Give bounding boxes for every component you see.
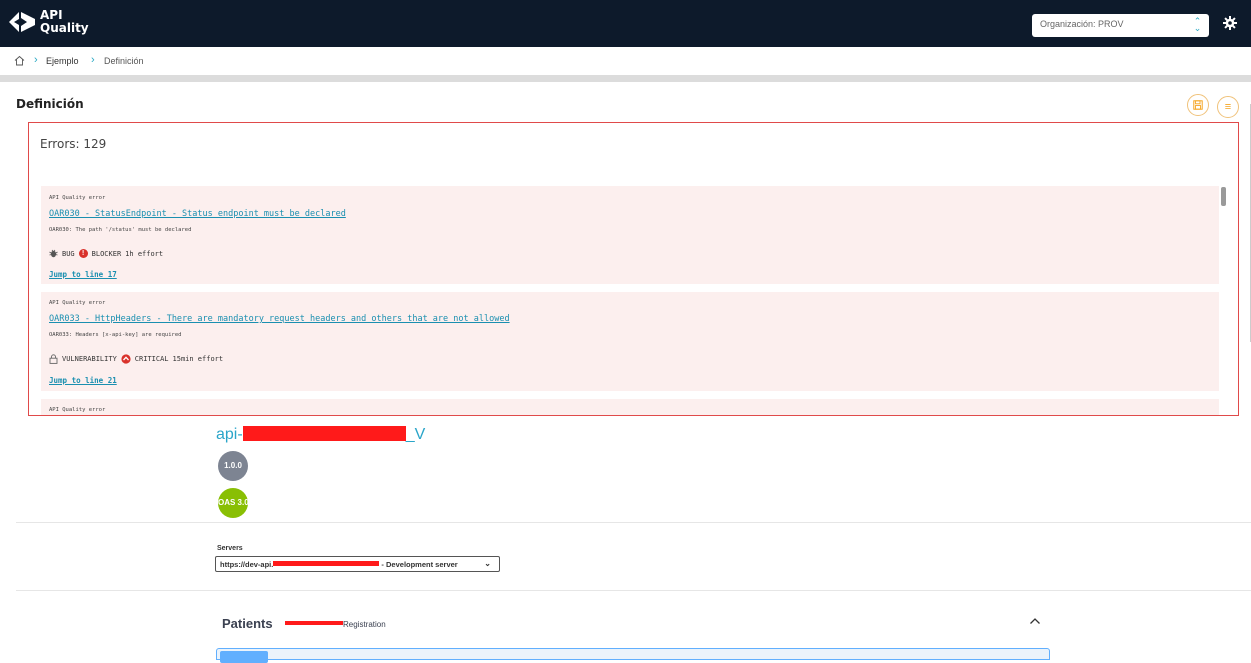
page-title: Definición <box>16 97 84 111</box>
menu-button[interactable]: ≡ <box>1217 96 1239 118</box>
api-title: api- _V <box>216 426 425 444</box>
tag-description: Registration <box>285 620 386 629</box>
breadcrumb: › Ejemplo › Definición <box>0 47 1251 75</box>
error-type: API Quality error <box>49 300 106 306</box>
servers-label: Servers <box>217 545 243 552</box>
select-chevron-icon: ⌃ ⌄ <box>1193 16 1202 33</box>
error-type: API Quality error <box>49 195 106 201</box>
errors-count: Errors: 129 <box>40 137 107 151</box>
chevron-up-icon[interactable] <box>1028 614 1042 628</box>
api-quality-logo[interactable] <box>8 10 36 34</box>
redacted-text <box>285 621 343 625</box>
divider <box>16 522 1251 523</box>
divider <box>16 590 1251 591</box>
error-title-link[interactable]: OAR033 - HttpHeaders - There are mandato… <box>49 314 510 324</box>
error-severity: CRITICAL <box>134 355 169 363</box>
lock-icon <box>49 354 58 364</box>
error-effort: 1h effort <box>125 249 164 258</box>
error-title-link[interactable]: OAR030 - StatusEndpoint - Status endpoin… <box>49 209 346 219</box>
tag-description-suffix: Registration <box>343 620 386 629</box>
version-badge: 1.0.0 <box>218 451 248 481</box>
organization-select[interactable]: Organización: PROV ⌃ ⌄ <box>1032 14 1209 37</box>
error-description: OAR033: Headers [x-api-key] are required <box>49 332 182 338</box>
breadcrumb-item-definicion: Definición <box>104 56 144 66</box>
critical-icon <box>121 354 131 364</box>
save-button[interactable] <box>1187 94 1209 116</box>
servers-select[interactable]: https://dev-api. - Development server ⌄ <box>215 556 500 572</box>
chevron-down-icon: ⌄ <box>484 559 491 568</box>
error-meta: VULNERABILITY CRITICAL 15min effort <box>49 354 223 364</box>
top-navbar: API Quality Organización: PROV ⌃ ⌄ <box>0 0 1251 47</box>
api-title-prefix: api- <box>216 426 243 443</box>
error-description: OAR030: The path '/status' must be decla… <box>49 227 192 233</box>
brand-line-2: Quality <box>40 21 89 35</box>
floppy-icon <box>1193 100 1203 110</box>
api-title-suffix: _V <box>405 426 426 443</box>
redacted-text <box>273 561 380 566</box>
bug-icon <box>49 249 58 258</box>
oas-badge: OAS 3.0 <box>218 488 248 518</box>
error-severity: BLOCKER <box>91 249 122 258</box>
operation-block[interactable] <box>216 648 1050 663</box>
chevron-right-icon: › <box>34 54 38 66</box>
errors-panel: Errors: 129 API Quality error OAR030 - S… <box>28 122 1239 416</box>
error-card: API Quality error OAR033 - HttpHeaders -… <box>41 292 1219 391</box>
jump-to-line-link[interactable]: Jump to line 17 <box>49 270 117 279</box>
tag-title[interactable]: Patients <box>222 616 273 631</box>
error-meta: BUG ! BLOCKER 1h effort <box>49 249 163 258</box>
breadcrumb-item-ejemplo[interactable]: Ejemplo <box>46 56 79 66</box>
error-card: API Quality error <box>41 399 1219 415</box>
error-card: API Quality error OAR030 - StatusEndpoin… <box>41 186 1219 284</box>
jump-to-line-link[interactable]: Jump to line 21 <box>49 376 117 385</box>
errors-scrollbar-thumb[interactable] <box>1221 187 1226 206</box>
organization-select-value: Organización: PROV <box>1040 19 1124 29</box>
error-effort: 15min effort <box>172 355 224 363</box>
error-kind: VULNERABILITY <box>62 355 117 363</box>
redacted-text <box>242 426 406 441</box>
home-icon[interactable] <box>14 55 25 66</box>
chevron-right-icon: › <box>91 54 95 66</box>
hamburger-icon: ≡ <box>1224 101 1232 113</box>
error-type: API Quality error <box>49 407 106 413</box>
breadcrumb-divider <box>0 75 1251 82</box>
operation-method-badge <box>220 651 268 663</box>
server-url-prefix: https://dev-api. <box>220 560 274 569</box>
brand-name: API Quality <box>40 9 89 35</box>
server-url-suffix: - Development server <box>379 560 458 569</box>
error-kind: BUG <box>62 249 75 258</box>
blocker-icon: ! <box>78 249 88 258</box>
gear-icon[interactable] <box>1223 16 1237 30</box>
